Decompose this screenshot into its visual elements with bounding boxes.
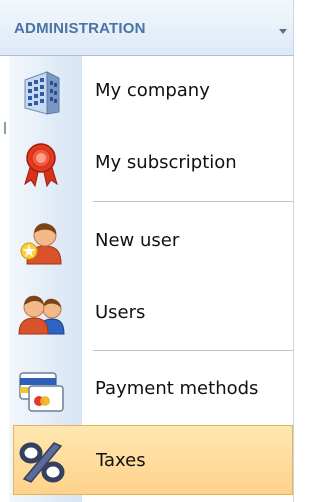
window-edge: [0, 56, 9, 502]
menu-item-label: My company: [95, 80, 210, 101]
menu-item-label: Taxes: [96, 450, 146, 471]
menu-item-payment-methods[interactable]: Payment methods: [9, 354, 294, 424]
menu-item-my-subscription[interactable]: My subscription: [9, 128, 294, 198]
menu-separator: [93, 201, 293, 202]
menu-separator: [93, 350, 293, 351]
percent-icon: [18, 438, 66, 486]
edge-mark: [4, 122, 6, 134]
dropdown-arrow-icon[interactable]: [279, 29, 287, 34]
menu-title: ADMINISTRATION: [14, 20, 146, 37]
menu-item-label: Users: [95, 302, 146, 323]
menu-item-new-user[interactable]: New user: [9, 206, 294, 276]
award-ribbon-icon: [17, 140, 65, 188]
menu-item-label: Payment methods: [95, 378, 259, 399]
menu-item-taxes[interactable]: Taxes: [13, 425, 293, 495]
menu-item-label: New user: [95, 230, 180, 251]
menu-item-label: My subscription: [95, 152, 237, 173]
menu-item-my-company[interactable]: My company: [9, 56, 294, 126]
administration-menu: My company My subscription New user User…: [9, 56, 294, 502]
menu-item-users[interactable]: Users: [9, 278, 294, 348]
add-user-icon: [17, 218, 65, 266]
menu-header[interactable]: ADMINISTRATION: [0, 0, 294, 56]
building-icon: [17, 68, 65, 116]
users-icon: [17, 290, 65, 338]
credit-card-icon: [17, 366, 65, 414]
